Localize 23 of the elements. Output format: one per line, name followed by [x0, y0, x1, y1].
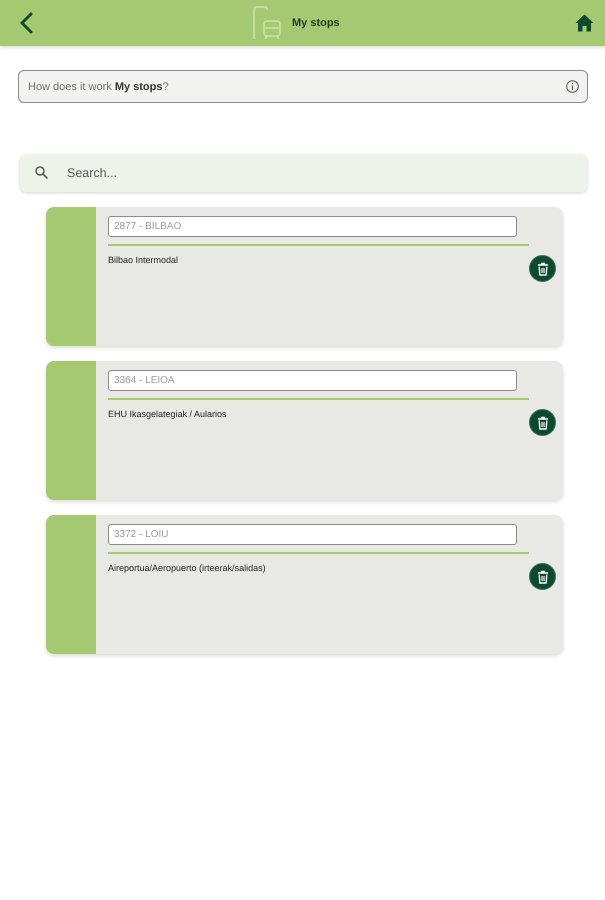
stop-code-field[interactable]: 3372 - LOIU	[108, 524, 517, 545]
search-icon	[35, 166, 48, 179]
trash-icon	[536, 416, 548, 430]
back-icon	[18, 12, 34, 34]
help-text: How does it work My stops?	[28, 80, 169, 92]
home-button[interactable]	[575, 14, 594, 32]
stop-name: Bilbao Intermodal	[108, 255, 178, 265]
delete-button[interactable]	[529, 255, 556, 282]
stop-code-field[interactable]: 2877 - BILBAO	[108, 216, 517, 237]
stop-name: Aireportua/Aeropuerto (irteerak/salidas)	[108, 563, 266, 573]
help-bar[interactable]: How does it work My stops?	[18, 70, 588, 103]
info-icon	[566, 80, 579, 93]
stop-code-field[interactable]: 3364 - LEIOA	[108, 370, 517, 391]
bus-stop-icon	[252, 6, 282, 40]
back-button[interactable]	[18, 12, 34, 34]
delete-button[interactable]	[529, 409, 556, 436]
search-field[interactable]: Search...	[20, 154, 587, 192]
stop-name: EHU Ikasgelategiak / Aularios	[108, 409, 227, 419]
trash-icon	[536, 570, 548, 584]
trash-icon	[536, 262, 548, 276]
home-icon	[575, 14, 594, 32]
screen-title: My stops	[292, 17, 340, 29]
delete-button[interactable]	[529, 563, 556, 590]
